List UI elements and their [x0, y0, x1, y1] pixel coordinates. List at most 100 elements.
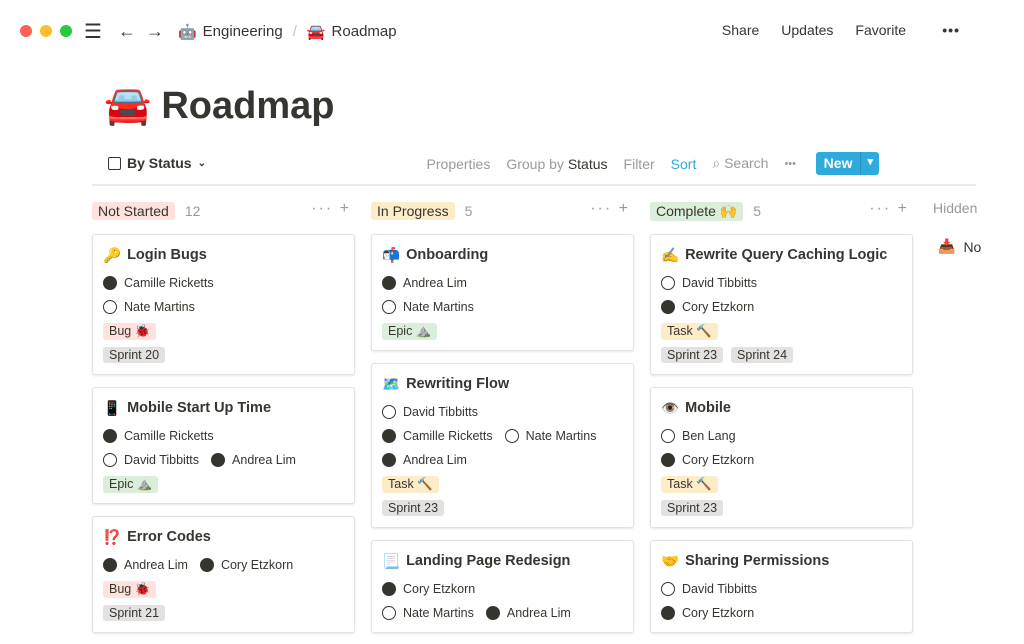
- card-icon: 📃: [382, 553, 401, 570]
- board-column: Complete 🙌 5 ··· + ✍️ Rewrite Query Cachin…: [650, 200, 913, 633]
- person: Cory Etzkorn: [661, 606, 754, 620]
- type-tag: Epic ⛰️: [382, 322, 438, 340]
- more-icon[interactable]: •••: [784, 158, 796, 170]
- board-card[interactable]: 📃 Landing Page Redesign Cory Etzkorn Nate M…: [371, 540, 634, 633]
- maximize-window-button[interactable]: [60, 25, 72, 37]
- sprint-tag: Sprint 24: [731, 347, 794, 363]
- more-options-icon[interactable]: •••: [942, 22, 960, 38]
- assignee-row: Nate Martins Andrea Lim: [382, 601, 623, 625]
- minimize-window-button[interactable]: [40, 25, 52, 37]
- board-card[interactable]: ⁉️ Error Codes Andrea Lim Cory Etzkorn Bug 🐞…: [92, 516, 355, 633]
- person: David Tibbitts: [661, 582, 757, 596]
- person: Cory Etzkorn: [199, 558, 294, 572]
- add-card-icon[interactable]: +: [898, 200, 909, 217]
- board-card[interactable]: 📬 Onboarding Andrea Lim Nate Martins Epic ⛰️: [371, 234, 634, 351]
- chevron-down-icon: ⌄: [197, 157, 206, 169]
- person-name: Cory Etzkorn: [682, 453, 755, 467]
- breadcrumb-label: Engineering: [202, 22, 283, 40]
- person: Andrea Lim: [103, 558, 188, 572]
- close-window-button[interactable]: [20, 25, 32, 37]
- new-button[interactable]: New ▾: [815, 152, 879, 175]
- assignee-row: Camille Ricketts: [103, 271, 344, 295]
- column-more-icon[interactable]: ···: [869, 200, 891, 217]
- forward-arrow-icon[interactable]: →: [146, 21, 164, 42]
- card-title: Mobile Start Up Time: [127, 400, 272, 416]
- person: Andrea Lim: [485, 606, 571, 620]
- board-card[interactable]: 🤝 Sharing Permissions David Tibbitts Cory E…: [650, 540, 913, 633]
- person-name: Nate Martins: [124, 300, 195, 314]
- card-icon: 📬: [382, 247, 401, 264]
- search-button[interactable]: ⌕ Search: [712, 155, 768, 172]
- person-name: Nate Martins: [403, 606, 474, 620]
- person: Nate Martins: [382, 300, 474, 314]
- type-tag: Bug 🐞: [103, 580, 157, 598]
- avatar: [661, 300, 675, 314]
- avatar: [382, 405, 396, 419]
- group-by-value: Status: [567, 155, 608, 172]
- new-label[interactable]: New: [816, 152, 861, 175]
- type-tag: Task 🔨: [661, 475, 718, 493]
- column-more-icon[interactable]: ···: [311, 200, 333, 217]
- person-name: Andrea Lim: [506, 606, 571, 620]
- chevron-down-icon[interactable]: ▾: [860, 152, 879, 175]
- hidden-group-label: No: [963, 238, 982, 255]
- type-tag: Task 🔨: [382, 475, 439, 493]
- board-column: In Progress 5 ··· + 📬 Onboarding Andrea Lim…: [371, 200, 634, 633]
- search-label: Search: [724, 155, 769, 171]
- inbox-icon: 📥: [938, 238, 956, 254]
- column-status-tag: Complete 🙌: [650, 201, 744, 221]
- properties-button[interactable]: Properties: [427, 156, 491, 172]
- board-column: Not Started 12 ··· + 🔑 Login Bugs Camille R…: [92, 200, 355, 633]
- avatar: [103, 276, 117, 290]
- assignee-row: Andrea Lim: [382, 271, 623, 295]
- card-title: Sharing Permissions: [685, 553, 830, 569]
- view-selector[interactable]: By Status ⌄: [108, 155, 206, 171]
- share-button[interactable]: Share: [722, 22, 759, 38]
- back-arrow-icon[interactable]: ←: [118, 21, 136, 42]
- card-title: Error Codes: [127, 529, 211, 545]
- board-card[interactable]: 🔑 Login Bugs Camille Ricketts Nate Martins B…: [92, 234, 355, 375]
- sort-button[interactable]: Sort: [671, 156, 697, 172]
- column-count: 5: [753, 203, 762, 219]
- robot-icon: 🤖: [177, 23, 197, 41]
- sprint-tag: Sprint 23: [661, 347, 724, 363]
- hidden-group-no[interactable]: 📥 No: [938, 238, 981, 255]
- card-icon: 🤝: [661, 553, 680, 570]
- group-by-button[interactable]: Group by Status: [506, 156, 607, 172]
- person-name: Nate Martins: [525, 429, 597, 443]
- add-card-icon[interactable]: +: [619, 200, 630, 217]
- person-name: Cory Etzkorn: [220, 558, 294, 572]
- page-title-text[interactable]: Roadmap: [161, 85, 334, 128]
- column-more-icon[interactable]: ···: [590, 200, 612, 217]
- avatar: [661, 276, 675, 290]
- board-card[interactable]: 📱 Mobile Start Up Time Camille Ricketts Dav…: [92, 387, 355, 504]
- avatar: [661, 453, 675, 467]
- person-name: Cory Etzkorn: [682, 606, 755, 620]
- card-icon: ✍️: [661, 247, 680, 264]
- favorite-button[interactable]: Favorite: [855, 22, 906, 38]
- add-card-icon[interactable]: +: [340, 200, 351, 217]
- person: David Tibbitts: [103, 453, 199, 467]
- card-title: Login Bugs: [127, 247, 207, 263]
- column-count: 12: [184, 203, 201, 219]
- assignee-row: Camille Ricketts: [103, 424, 344, 448]
- hidden-groups-label: Hidden: [933, 200, 978, 216]
- person-name: Camille Ricketts: [124, 276, 214, 290]
- breadcrumb-roadmap[interactable]: 🚘 Roadmap: [307, 23, 397, 41]
- page-title: 🚘 Roadmap: [104, 84, 334, 128]
- board-card[interactable]: 👁️ Mobile Ben Lang Cory Etzkorn Task 🔨 Sprint…: [650, 387, 913, 528]
- avatar: [382, 453, 396, 467]
- card-title: Rewrite Query Caching Logic: [685, 247, 888, 263]
- board-card[interactable]: 🗺️ Rewriting Flow David Tibbitts Camille Ri…: [371, 363, 634, 528]
- updates-button[interactable]: Updates: [781, 22, 833, 38]
- person: David Tibbitts: [661, 276, 757, 290]
- person-name: Andrea Lim: [403, 453, 467, 467]
- person: Nate Martins: [103, 300, 195, 314]
- person: Cory Etzkorn: [661, 453, 754, 467]
- board-card[interactable]: ✍️ Rewrite Query Caching Logic David Tibbi…: [650, 234, 913, 375]
- breadcrumb-engineering[interactable]: 🤖 Engineering: [178, 23, 283, 41]
- menu-icon[interactable]: ☰: [84, 19, 102, 44]
- person: Camille Ricketts: [103, 276, 214, 290]
- card-icon: 📱: [103, 400, 122, 417]
- filter-button[interactable]: Filter: [624, 156, 655, 172]
